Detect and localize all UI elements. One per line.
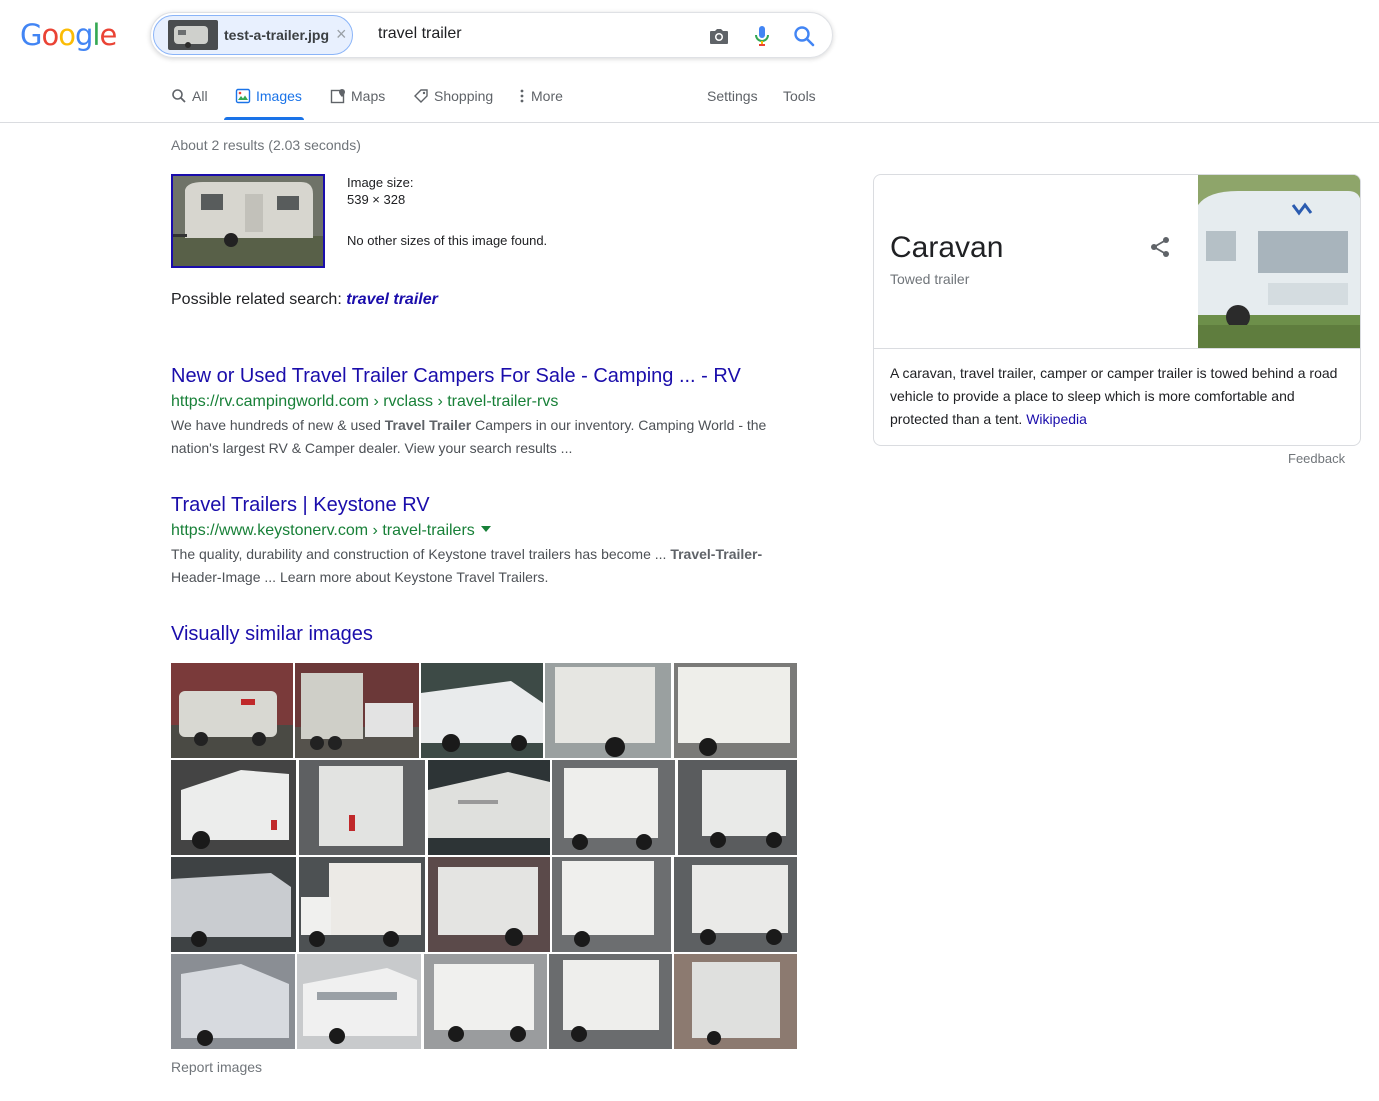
similar-image[interactable]	[171, 857, 296, 952]
similar-image[interactable]	[297, 954, 421, 1049]
chip-close-icon[interactable]: ×	[336, 24, 347, 45]
result-snippet: We have hundreds of new & used Travel Tr…	[171, 414, 811, 460]
similar-image[interactable]	[678, 760, 797, 855]
similar-image[interactable]	[552, 760, 675, 855]
camera-icon[interactable]	[706, 23, 732, 49]
result-url-row: https://www.keystonerv.com › travel-trai…	[171, 520, 811, 542]
share-icon[interactable]	[1148, 235, 1172, 264]
result-snippet: The quality, durability and construction…	[171, 543, 811, 589]
related-search-prefix: Possible related search:	[171, 291, 342, 308]
search-icon[interactable]	[791, 23, 817, 49]
image-icon	[235, 88, 251, 104]
search-tabs: All Images Maps Shopping More Settings T…	[0, 76, 1379, 123]
image-row	[171, 760, 797, 855]
similar-image[interactable]	[171, 663, 293, 758]
tab-more[interactable]: More	[518, 88, 563, 120]
snippet-bold: Travel-Trailer-	[670, 546, 763, 562]
feedback-link[interactable]: Feedback	[1288, 451, 1345, 466]
similar-image[interactable]	[424, 954, 547, 1049]
visually-similar-heading[interactable]: Visually similar images	[171, 623, 373, 646]
result-title-link[interactable]: New or Used Travel Trailer Campers For S…	[171, 363, 811, 389]
tab-maps-label: Maps	[351, 88, 386, 104]
kp-title: Caravan	[890, 231, 1004, 264]
google-logo[interactable]: Google	[20, 15, 117, 55]
similar-image[interactable]	[171, 954, 295, 1049]
search-result: Travel Trailers | Keystone RV https://ww…	[171, 492, 811, 589]
tab-images-label: Images	[256, 88, 302, 104]
kp-subtitle: Towed trailer	[890, 271, 970, 287]
microphone-icon[interactable]	[749, 23, 775, 49]
query-image-thumbnail[interactable]	[171, 174, 325, 268]
wikipedia-link[interactable]: Wikipedia	[1026, 411, 1087, 427]
tab-shopping[interactable]: Shopping	[413, 88, 493, 120]
result-title-link[interactable]: Travel Trailers | Keystone RV	[171, 492, 811, 518]
search-result: New or Used Travel Trailer Campers For S…	[171, 363, 811, 460]
similar-image[interactable]	[299, 760, 425, 855]
tab-more-label: More	[531, 88, 563, 104]
snippet-text: Header-Image ... Learn more about Keysto…	[171, 569, 549, 585]
kp-description-text: A caravan, travel trailer, camper or cam…	[890, 365, 1338, 427]
similar-image[interactable]	[171, 760, 296, 855]
related-search: Possible related search: travel trailer	[171, 291, 438, 309]
active-tab-indicator	[224, 117, 304, 120]
chip-thumbnail	[168, 20, 218, 50]
similar-image[interactable]	[552, 857, 671, 952]
similar-image[interactable]	[421, 663, 543, 758]
kp-divider	[874, 348, 1360, 349]
similar-image[interactable]	[674, 954, 797, 1049]
similar-image[interactable]	[299, 857, 425, 952]
snippet-text: The quality, durability and construction…	[171, 546, 671, 562]
image-row	[171, 954, 797, 1049]
result-stats: About 2 results (2.03 seconds)	[171, 137, 361, 153]
chip-filename: test-a-trailer.jpg	[224, 27, 330, 43]
kp-description: A caravan, travel trailer, camper or cam…	[890, 362, 1340, 431]
map-icon	[330, 89, 345, 104]
more-vertical-icon	[520, 89, 524, 103]
similar-image[interactable]	[674, 663, 797, 758]
image-size-value: 539 × 328	[347, 192, 406, 207]
search-input[interactable]: travel trailer	[378, 25, 462, 43]
tab-all-label: All	[192, 88, 208, 104]
search-icon	[172, 89, 186, 103]
tab-shopping-label: Shopping	[434, 88, 494, 104]
image-size-label: Image size:	[347, 175, 414, 190]
similar-image[interactable]	[295, 663, 419, 758]
kp-image[interactable]	[1198, 175, 1360, 348]
related-search-link[interactable]: travel trailer	[346, 291, 438, 308]
similar-image[interactable]	[428, 857, 550, 952]
caret-down-icon[interactable]	[480, 526, 491, 532]
search-image-chip[interactable]: test-a-trailer.jpg ×	[153, 15, 353, 55]
result-url[interactable]: https://rv.campingworld.com › rvclass › …	[171, 391, 811, 413]
report-images-link[interactable]: Report images	[171, 1059, 262, 1075]
no-other-sizes-text: No other sizes of this image found.	[347, 233, 548, 248]
result-url[interactable]: https://www.keystonerv.com › travel-trai…	[171, 522, 475, 539]
image-row	[171, 857, 797, 952]
image-row	[171, 663, 797, 758]
similar-image[interactable]	[549, 954, 672, 1049]
tab-maps[interactable]: Maps	[330, 88, 385, 120]
snippet-bold: Travel Trailer	[384, 417, 472, 433]
knowledge-panel: Caravan Towed trailer A caravan, travel …	[873, 174, 1361, 446]
search-box[interactable]: test-a-trailer.jpg × travel trailer	[150, 12, 833, 58]
similar-image[interactable]	[545, 663, 671, 758]
settings-link[interactable]: Settings	[707, 88, 758, 120]
tools-link[interactable]: Tools	[783, 88, 816, 120]
tag-icon	[414, 89, 428, 103]
snippet-text: We have hundreds of new & used	[171, 417, 385, 433]
similar-image[interactable]	[428, 760, 550, 855]
similar-image[interactable]	[674, 857, 797, 952]
tab-images[interactable]: Images	[235, 88, 302, 120]
tab-all[interactable]: All	[171, 88, 208, 120]
